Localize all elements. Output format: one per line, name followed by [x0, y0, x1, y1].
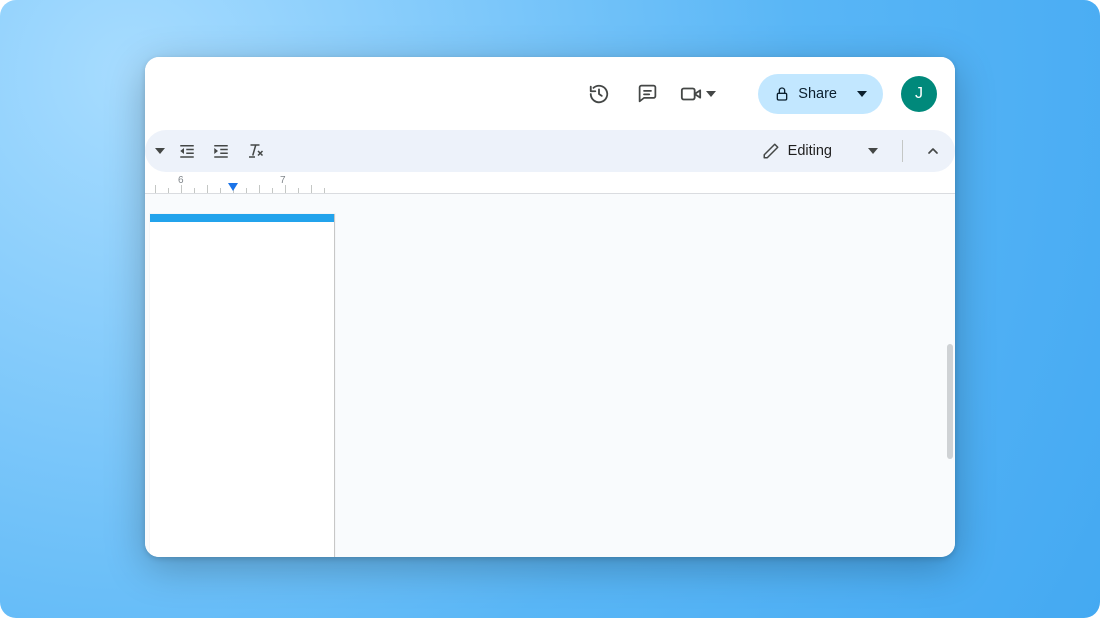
share-button[interactable]: Share — [758, 74, 883, 114]
comments-button[interactable] — [632, 79, 662, 109]
lock-icon — [774, 86, 790, 102]
history-icon — [588, 83, 610, 105]
toolbar: Editing — [145, 130, 955, 172]
chevron-down-icon — [868, 146, 878, 156]
collapse-toolbar-button[interactable] — [921, 139, 945, 163]
increase-indent-button[interactable] — [209, 139, 233, 163]
indent-decrease-icon — [178, 142, 196, 160]
ruler-scale: 6 7 — [145, 172, 955, 193]
horizontal-ruler[interactable]: 6 7 — [145, 172, 955, 194]
last-edit-button[interactable] — [584, 79, 614, 109]
title-bar: Share J — [145, 57, 955, 130]
desktop-wallpaper: Share J — [0, 0, 1100, 618]
ruler-number: 7 — [280, 175, 286, 186]
decrease-indent-button[interactable] — [175, 139, 199, 163]
clear-formatting-button[interactable] — [243, 139, 267, 163]
account-avatar[interactable]: J — [901, 76, 937, 112]
vertical-scrollbar-thumb[interactable] — [947, 344, 953, 459]
indent-increase-icon — [212, 142, 230, 160]
clear-format-icon — [246, 142, 264, 160]
toolbar-right-group: Editing — [756, 137, 945, 165]
mode-label: Editing — [788, 143, 832, 159]
chevron-down-icon — [857, 89, 867, 99]
pencil-icon — [762, 142, 780, 160]
chevron-up-icon — [925, 143, 941, 159]
text-selection — [150, 214, 334, 222]
comment-icon — [637, 83, 658, 104]
editing-mode-button[interactable]: Editing — [756, 137, 884, 165]
share-label: Share — [798, 86, 837, 102]
chevron-down-icon — [706, 89, 716, 99]
document-canvas[interactable] — [145, 194, 955, 557]
app-window: Share J — [145, 57, 955, 557]
chevron-down-icon[interactable] — [155, 146, 165, 156]
indent-marker[interactable] — [228, 183, 238, 191]
toolbar-separator — [902, 140, 903, 162]
avatar-initial: J — [915, 85, 923, 103]
ruler-number: 6 — [178, 175, 184, 186]
toolbar-left-group — [151, 139, 267, 163]
share-dropdown-button[interactable] — [847, 79, 877, 109]
video-icon — [680, 83, 702, 105]
document-page[interactable] — [150, 214, 335, 557]
meet-button[interactable] — [680, 83, 716, 105]
